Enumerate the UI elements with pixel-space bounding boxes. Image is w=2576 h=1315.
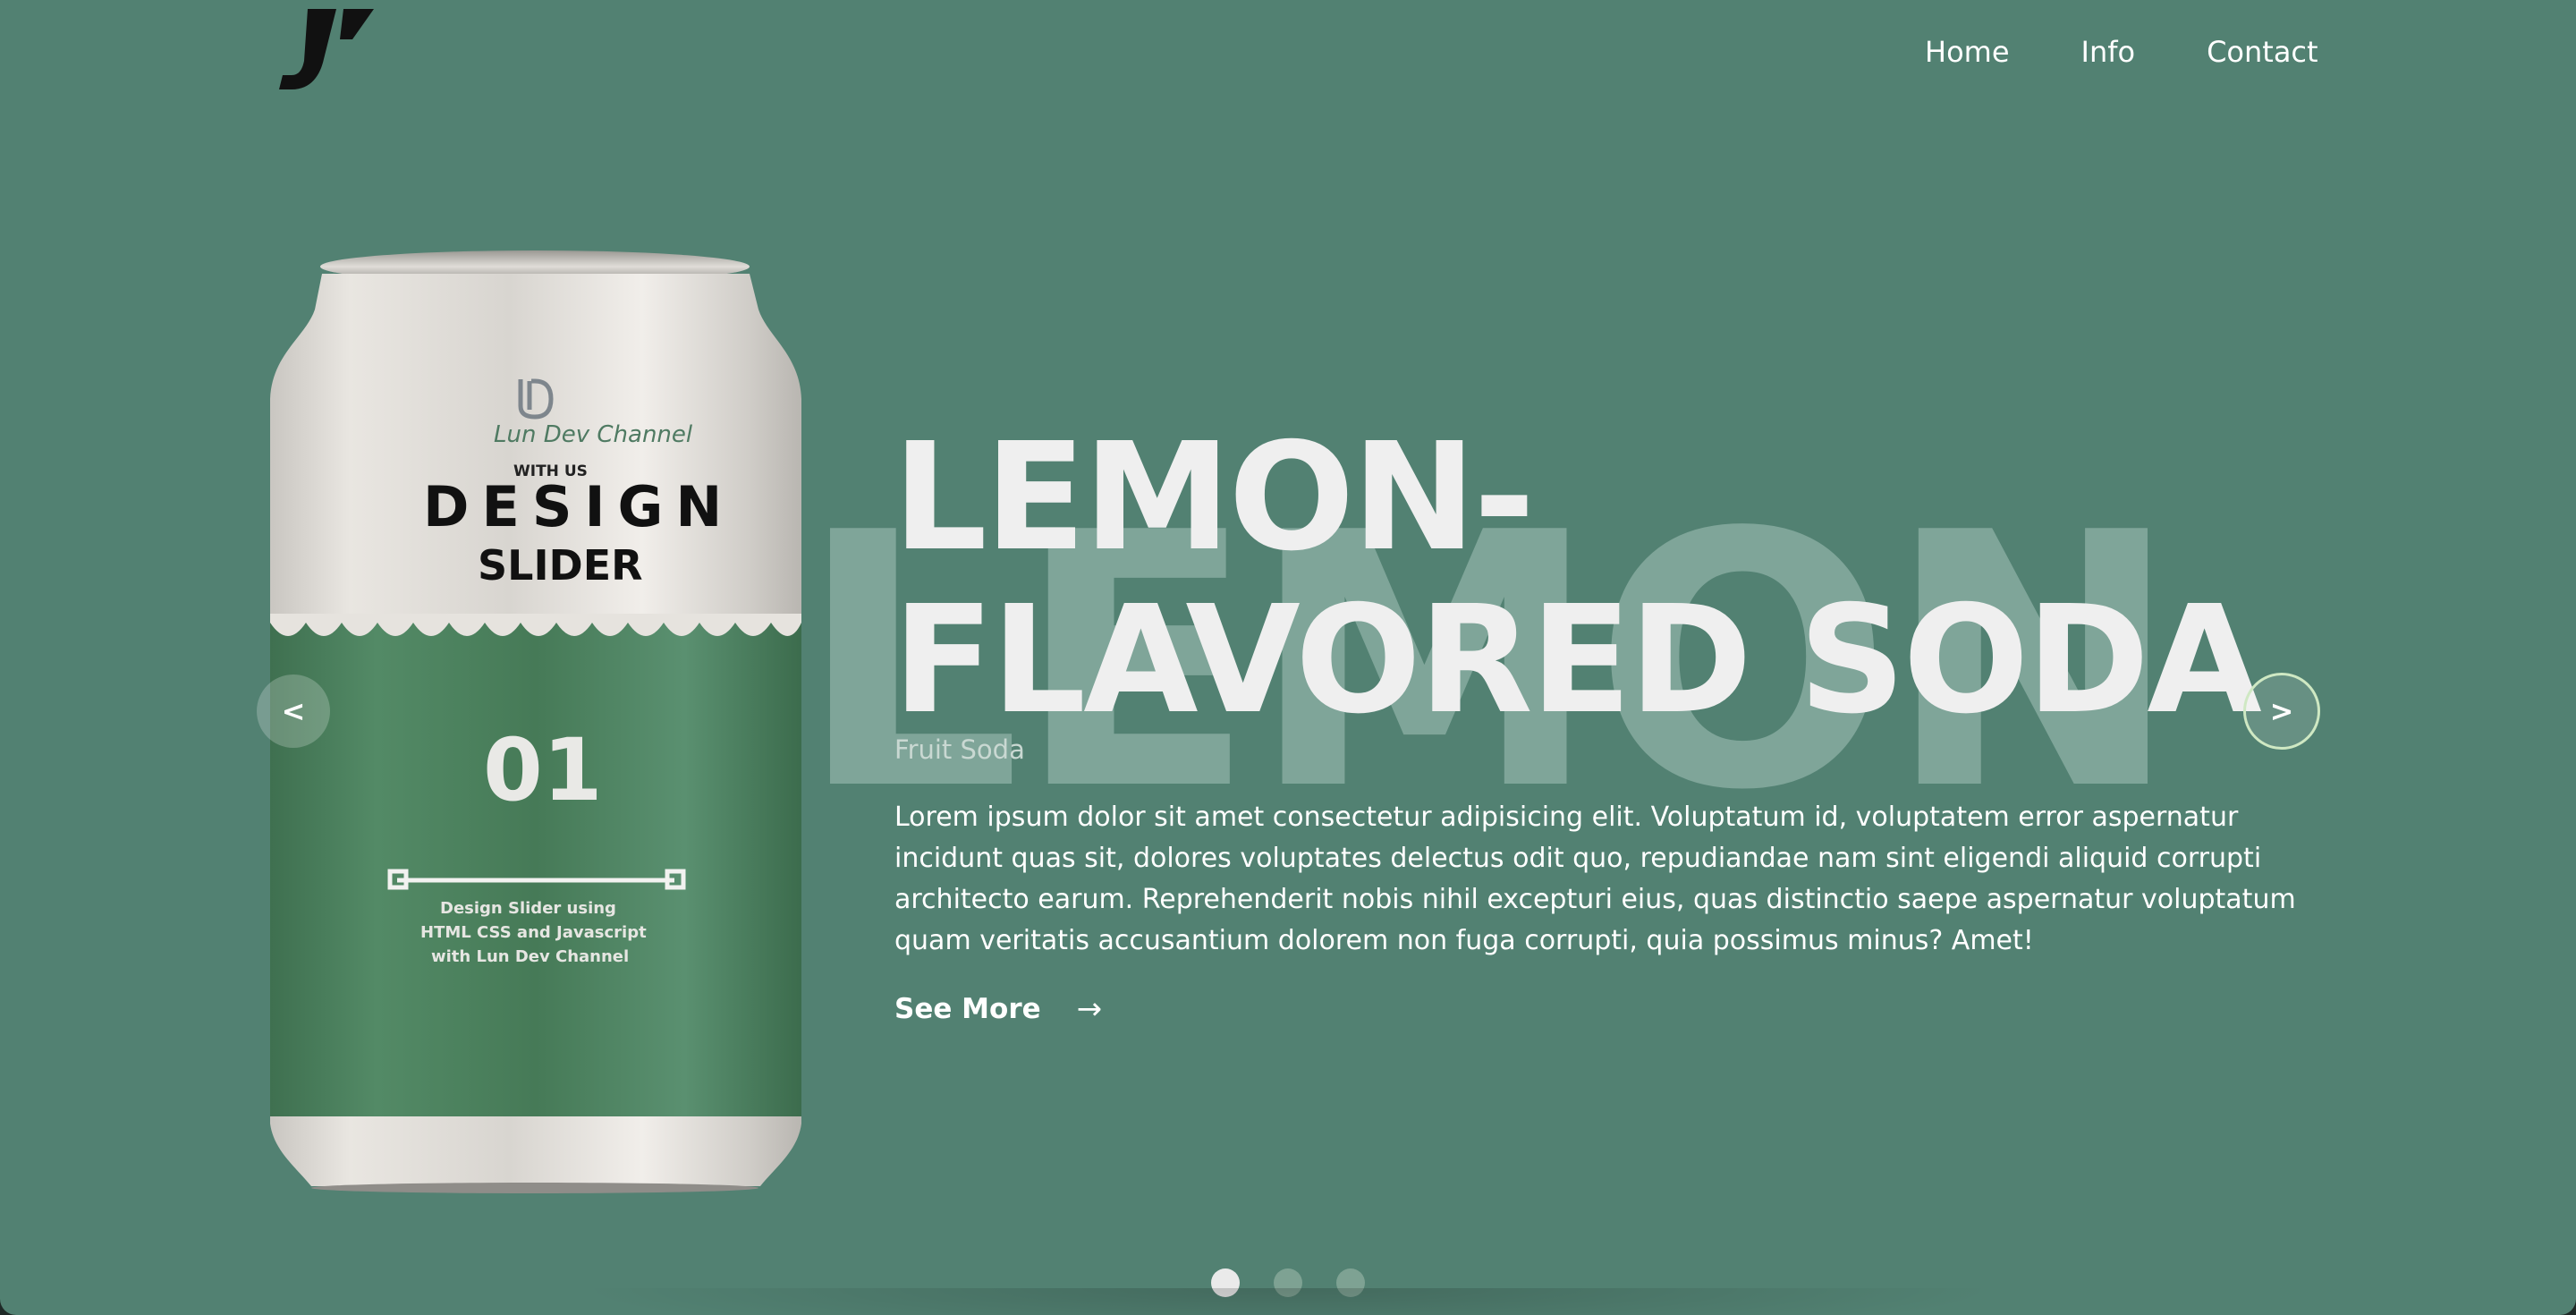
can-caption-line-1: Design Slider using bbox=[440, 899, 616, 918]
can-number-text: 01 bbox=[483, 720, 603, 820]
arrow-right-icon: → bbox=[1076, 991, 1103, 1027]
see-more-button[interactable]: See More → bbox=[894, 989, 1102, 1029]
chevron-left-icon: < bbox=[281, 694, 306, 728]
can-caption-line-3: with Lun Dev Channel bbox=[431, 947, 629, 966]
can-caption-line-2: HTML CSS and Javascript bbox=[420, 923, 647, 942]
see-more-label: See More bbox=[894, 993, 1041, 1025]
prev-slide-button[interactable]: < bbox=[257, 674, 330, 748]
logo[interactable] bbox=[277, 4, 376, 93]
top-nav: Home Info Contact bbox=[1925, 32, 2318, 72]
chevron-right-icon: > bbox=[2269, 694, 2294, 728]
hero-title-line-1: LEMON- bbox=[893, 411, 1535, 584]
bottom-shadow bbox=[572, 1288, 2004, 1315]
can-brand-text: Lun Dev Channel bbox=[494, 421, 693, 448]
nav-info-link[interactable]: Info bbox=[2081, 32, 2136, 72]
hero-title-line-2: FLAVORED SODA bbox=[893, 574, 2262, 747]
logo-mark-icon bbox=[279, 9, 374, 89]
can-design-text: DESIGN bbox=[423, 474, 734, 539]
next-slide-button[interactable]: > bbox=[2243, 673, 2320, 750]
slider-page: Home Info Contact LEMON Lun Dev Channel … bbox=[0, 0, 2576, 1315]
nav-contact-link[interactable]: Contact bbox=[2207, 32, 2318, 72]
soda-can-image: Lun Dev Channel WITH US DESIGN SLIDER 01… bbox=[267, 247, 805, 1193]
hero-description: Lorem ipsum dolor sit amet consectetur a… bbox=[894, 802, 2296, 956]
nav-home-link[interactable]: Home bbox=[1925, 32, 2010, 72]
can-slider-text: SLIDER bbox=[478, 541, 643, 590]
hero-title: LEMON- FLAVORED SODA bbox=[893, 411, 2262, 747]
hero-subtitle: Fruit Soda bbox=[894, 734, 1025, 765]
